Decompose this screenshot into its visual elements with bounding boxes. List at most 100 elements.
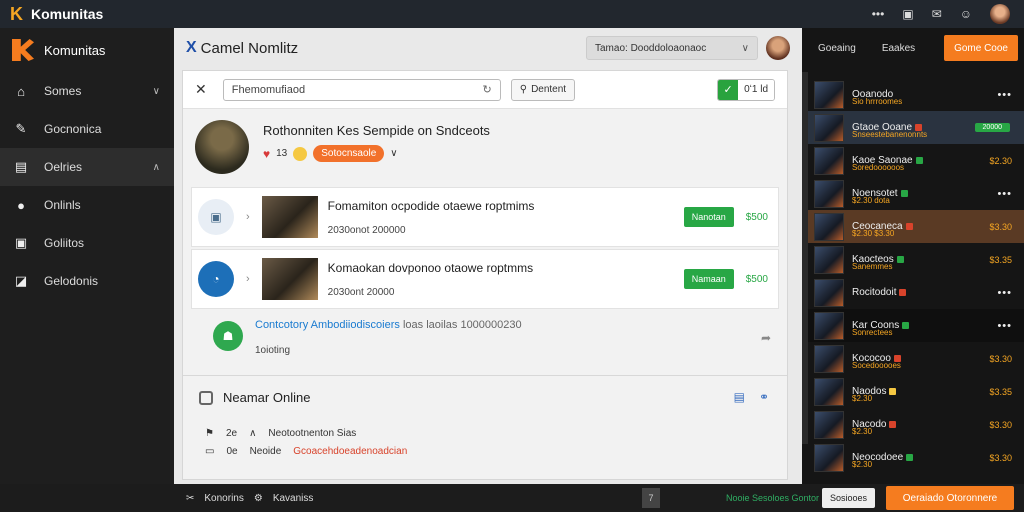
list-item[interactable]: Neocodoee $2.30 $3.30 [808, 441, 1024, 474]
list-item[interactable]: Gtaoe Ooane Snseestebanenonnts 20000 [808, 111, 1024, 144]
game-value: $3.35 [989, 254, 1012, 265]
emoji-icon[interactable] [293, 146, 308, 161]
more-icon[interactable]: ••• [997, 287, 1012, 299]
profile-avatar[interactable] [195, 120, 249, 174]
caret-up-icon: ∧ [249, 428, 257, 439]
list-item[interactable]: Rocitodoit ••• [808, 276, 1024, 309]
tab-game-code[interactable]: Gome Cooe [944, 35, 1018, 61]
online-section: Neamar Online ▤ ⚭ ⚑ 2e ∧ Neotootnenton S… [183, 375, 787, 479]
list-item[interactable]: ◔ › Komaokan dovponoo otaowe roptmms 203… [191, 249, 779, 309]
online-row[interactable]: ⚑ 2e ∧ Neotootnenton Sias [205, 428, 356, 439]
share-icon[interactable]: ➦ [761, 331, 771, 345]
top-icons: ••• ▣ ✉ ☺ [872, 4, 1010, 24]
game-sub: $2.30 [852, 394, 873, 403]
bottom-link-2[interactable]: Kavaniss [273, 493, 314, 504]
settings-icon[interactable]: ⚙ [254, 493, 263, 504]
game-action-button[interactable]: 20000 [974, 123, 1010, 132]
notification-icon[interactable]: ▣ [902, 7, 913, 21]
game-thumbnail [814, 212, 844, 241]
online-title: Neamar Online [223, 390, 311, 405]
app-logo[interactable]: K [10, 4, 23, 25]
chevron-right-icon: › [246, 273, 250, 285]
list-item[interactable]: Kaoe Saonae Soredoooooos $2.30 [808, 144, 1024, 177]
game-thumbnail [814, 377, 844, 406]
more-icon[interactable]: ••• [997, 188, 1012, 200]
search-input[interactable]: Fhemomufiaod ↻ [222, 78, 501, 101]
status-badge [896, 256, 904, 263]
item-value: $500 [745, 211, 768, 223]
search-button-label: Dentent [531, 84, 567, 95]
sidebar-item-label: Goliitos [44, 236, 85, 250]
profile-tag[interactable]: Sotocnsaole [313, 145, 385, 162]
status-badge [899, 289, 907, 296]
search-button[interactable]: ⚲ Dentent [510, 78, 576, 101]
item-action-button[interactable]: Namaan [683, 269, 734, 289]
community-link-text[interactable]: Contcotory Ambodiiodiscoiers [255, 319, 400, 331]
globe-icon: ● [17, 197, 25, 213]
list-item[interactable]: Kococoo Socedooooes $3.30 [808, 342, 1024, 375]
more-icon[interactable]: ••• [997, 320, 1012, 332]
bottom-link-1[interactable]: Konorins [204, 493, 243, 504]
link-icon[interactable]: ⚭ [759, 390, 769, 404]
user-avatar[interactable] [990, 4, 1010, 24]
chevron-up-icon[interactable]: ∧ [153, 162, 160, 173]
cut-icon[interactable]: ✂ [186, 493, 194, 504]
sidebar-brand[interactable]: Komunitas [0, 28, 174, 72]
more-icon[interactable]: ••• [997, 89, 1012, 101]
list-item[interactable]: Naodos $2.30 $3.35 [808, 375, 1024, 408]
sidebar-item-badge[interactable]: ◪ Gelodonis [0, 262, 174, 300]
more-icon[interactable]: ••• [872, 7, 885, 21]
online-row-link[interactable]: Gcoacehdoeadenoadcian [293, 446, 407, 457]
list-item[interactable]: Nacodo $2.30 $3.30 [808, 408, 1024, 441]
list-item[interactable]: ▣ › Fomamiton ocpodide otaewe roptmims 2… [191, 187, 779, 247]
heart-icon[interactable]: ♥ [263, 147, 270, 161]
chevron-down-icon[interactable]: ∨ [390, 148, 397, 159]
sidebar-item-home[interactable]: ⌂ Somes ∨ [0, 72, 174, 110]
sidebar-item-table[interactable]: ▤ Oelries ∧ [0, 148, 174, 186]
refresh-icon[interactable]: ↻ [483, 83, 492, 96]
community-link-extra: loas laoilas 1000000230 [402, 319, 522, 331]
list-item[interactable]: Ooanodo Sio hrrroomes ••• [808, 78, 1024, 111]
game-sub: Soredoooooos [852, 163, 905, 172]
main-panel: X Camel Nomlitz Tamao: Dooddoloaonaoc ∨ … [174, 28, 802, 484]
group-icon[interactable]: ☺ [960, 7, 972, 21]
game-list: Ooanodo Sio hrrroomes ••• Gtaoe Ooane Sn… [808, 78, 1024, 474]
pencil-icon: ✎ [15, 121, 27, 136]
filter-select[interactable]: Tamao: Dooddoloaonaoc ∨ [586, 36, 758, 60]
brand-k-icon [12, 39, 34, 61]
chevron-down-icon[interactable]: ∨ [153, 86, 160, 97]
sidebar-item-edit[interactable]: ✎ Gocnonica [0, 110, 174, 148]
game-value: $2.30 [989, 155, 1012, 166]
primary-button[interactable]: Oeraiado Otoronnere [886, 486, 1014, 510]
view-toggle[interactable]: ✓ 0ʻ1 ld [717, 78, 775, 101]
tab-games[interactable]: Eaakes [872, 35, 925, 61]
close-icon[interactable]: ✕ [195, 81, 207, 98]
document-icon[interactable]: ▤ [734, 390, 745, 404]
avatar[interactable] [766, 36, 790, 60]
list-item[interactable]: Kar Coons Sonrectees ••• [808, 309, 1024, 342]
help-button[interactable]: 7 [642, 488, 660, 508]
list-item[interactable]: Ceocaneca $2.30 $3.30 $3.30 [808, 210, 1024, 243]
list-item[interactable]: Noensotet $2.30 dota ••• [808, 177, 1024, 210]
online-row[interactable]: ▭ 0e Neoide Gcoacehdoeadenoadcian [205, 446, 407, 457]
chat-icon: ▭ [205, 446, 215, 457]
community-link[interactable]: Contcotory Ambodiiodiscoiers loas laoila… [255, 319, 522, 331]
sidebar-item-gallery[interactable]: ▣ Goliitos [0, 224, 174, 262]
message-icon[interactable]: ✉ [932, 7, 942, 21]
tab-gaming[interactable]: Goeaing [808, 35, 866, 61]
item-thumbnail [261, 196, 318, 238]
item-action-button[interactable]: Nanotan [683, 207, 734, 227]
right-panel: Goeaing Eaakes Gome Cooe Ooanodo Sio hrr… [802, 28, 1024, 484]
secondary-button[interactable]: Sosiooes [822, 488, 876, 508]
online-row-text: Neoide [249, 446, 282, 457]
profile-name: Rothonniten Kes Sempide on Sndceots [263, 123, 490, 138]
profile-header: Rothonniten Kes Sempide on Sndceots ♥ 13… [183, 109, 787, 185]
list-item[interactable]: Kaocteos Sanemmes $3.35 [808, 243, 1024, 276]
top-bar: K Komunitas ••• ▣ ✉ ☺ [0, 0, 1024, 28]
game-thumbnail [814, 278, 844, 307]
game-sub: Socedooooes [852, 361, 901, 370]
sidebar-item-online[interactable]: ● Onlinls [0, 186, 174, 224]
game-thumbnail [814, 179, 844, 208]
chevron-right-icon: › [246, 211, 250, 223]
game-sub: Snseestebanenonnts [852, 130, 928, 139]
